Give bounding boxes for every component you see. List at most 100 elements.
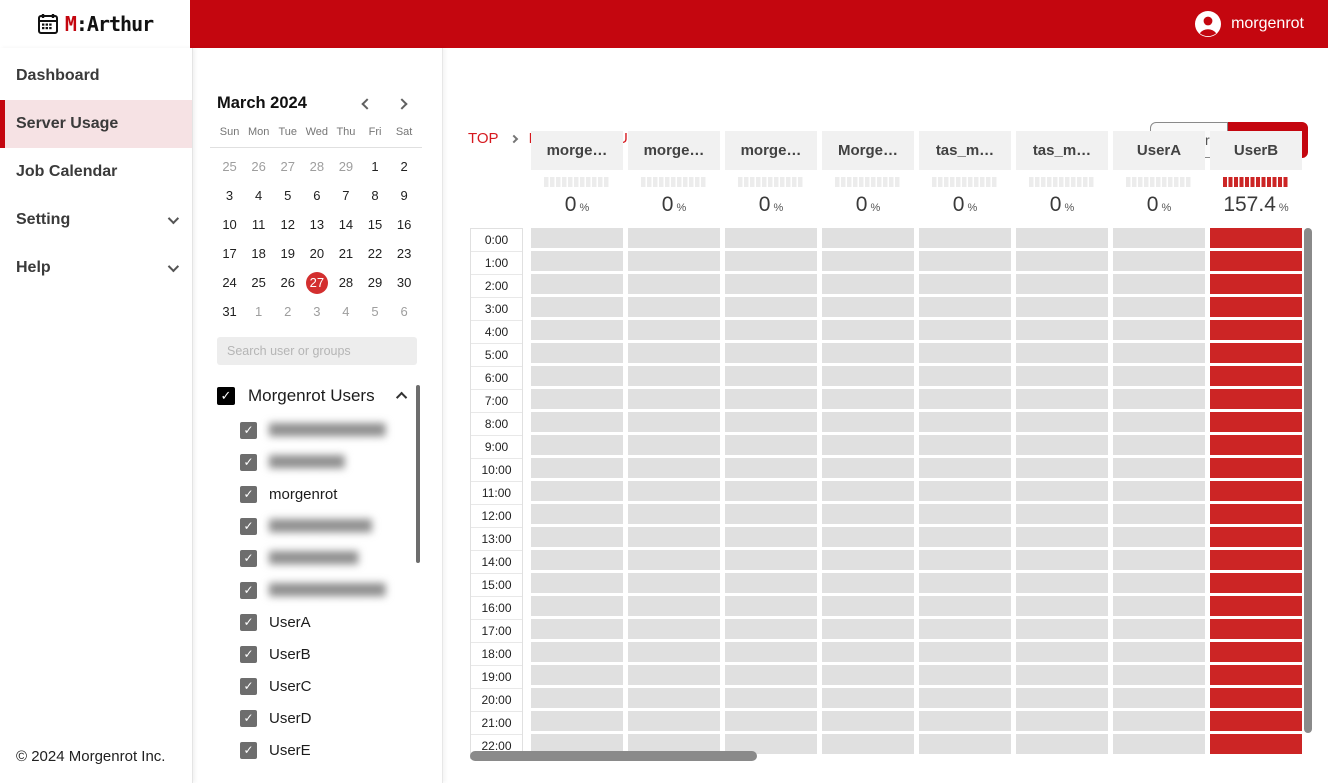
- usage-cell[interactable]: [822, 573, 914, 593]
- usage-cell[interactable]: [628, 366, 720, 386]
- usage-cell[interactable]: [1210, 665, 1302, 685]
- user-checkbox[interactable]: ✓: [240, 741, 257, 759]
- usage-cell[interactable]: [919, 458, 1011, 478]
- usage-cell[interactable]: [531, 596, 623, 616]
- usage-cell[interactable]: [1210, 297, 1302, 317]
- usage-cell[interactable]: [628, 343, 720, 363]
- calendar-day[interactable]: 6: [302, 181, 331, 210]
- usage-cell[interactable]: [725, 481, 817, 501]
- usage-cell[interactable]: [822, 274, 914, 294]
- calendar-day[interactable]: 12: [273, 210, 302, 239]
- calendar-day[interactable]: 4: [331, 297, 360, 326]
- calendar-day[interactable]: 17: [215, 239, 244, 268]
- usage-cell[interactable]: [822, 435, 914, 455]
- calendar-day[interactable]: 1: [244, 297, 273, 326]
- usage-cell[interactable]: [725, 504, 817, 524]
- usage-cell[interactable]: [919, 297, 1011, 317]
- usage-cell[interactable]: [725, 366, 817, 386]
- usage-cell[interactable]: [1016, 320, 1108, 340]
- usage-cell[interactable]: [822, 688, 914, 708]
- usage-cell[interactable]: [1113, 527, 1205, 547]
- usage-cell[interactable]: [628, 412, 720, 432]
- usage-cell[interactable]: [725, 596, 817, 616]
- usage-cell[interactable]: [628, 665, 720, 685]
- usage-cell[interactable]: [531, 274, 623, 294]
- usage-cell[interactable]: [1113, 711, 1205, 731]
- usage-cell[interactable]: [531, 688, 623, 708]
- sidebar-item-setting[interactable]: Setting: [0, 196, 192, 244]
- sidebar-item-job-calendar[interactable]: Job Calendar: [0, 148, 192, 196]
- usage-cell[interactable]: [822, 297, 914, 317]
- calendar-day[interactable]: 2: [273, 297, 302, 326]
- vertical-scrollbar[interactable]: [1304, 228, 1312, 733]
- usage-cell[interactable]: [628, 596, 720, 616]
- usage-cell[interactable]: [531, 573, 623, 593]
- calendar-next-button[interactable]: [393, 95, 411, 113]
- usage-cell[interactable]: [822, 504, 914, 524]
- usage-cell[interactable]: [919, 711, 1011, 731]
- user-list-item[interactable]: ✓ UserE: [240, 734, 410, 766]
- calendar-day[interactable]: 25: [244, 268, 273, 297]
- calendar-day[interactable]: 21: [331, 239, 360, 268]
- usage-cell[interactable]: [1210, 504, 1302, 524]
- usage-cell[interactable]: [531, 711, 623, 731]
- usage-cell[interactable]: [1016, 665, 1108, 685]
- usage-cell[interactable]: [531, 251, 623, 271]
- calendar-day[interactable]: 8: [360, 181, 389, 210]
- usage-cell[interactable]: [1113, 596, 1205, 616]
- usage-cell[interactable]: [822, 412, 914, 432]
- usage-cell[interactable]: [1113, 619, 1205, 639]
- usage-cell[interactable]: [725, 573, 817, 593]
- usage-cell[interactable]: [531, 481, 623, 501]
- usage-cell[interactable]: [919, 550, 1011, 570]
- sidebar-item-dashboard[interactable]: Dashboard: [0, 52, 192, 100]
- user-list-scrollbar[interactable]: [416, 385, 420, 563]
- column-header[interactable]: morge…: [725, 131, 817, 170]
- usage-cell[interactable]: [628, 550, 720, 570]
- sidebar-item-help[interactable]: Help: [0, 244, 192, 292]
- usage-cell[interactable]: [1016, 688, 1108, 708]
- usage-cell[interactable]: [628, 573, 720, 593]
- usage-cell[interactable]: [1113, 297, 1205, 317]
- calendar-day[interactable]: 18: [244, 239, 273, 268]
- user-list-item[interactable]: ✓ UserB: [240, 638, 410, 670]
- usage-cell[interactable]: [919, 435, 1011, 455]
- usage-cell[interactable]: [1016, 458, 1108, 478]
- calendar-day[interactable]: 10: [215, 210, 244, 239]
- usage-cell[interactable]: [822, 665, 914, 685]
- calendar-day[interactable]: 4: [244, 181, 273, 210]
- usage-cell[interactable]: [822, 642, 914, 662]
- user-group-row[interactable]: ✓ Morgenrot Users: [217, 386, 419, 406]
- usage-cell[interactable]: [628, 642, 720, 662]
- usage-cell[interactable]: [1210, 596, 1302, 616]
- usage-cell[interactable]: [628, 481, 720, 501]
- usage-cell[interactable]: [531, 412, 623, 432]
- calendar-day[interactable]: 13: [302, 210, 331, 239]
- usage-cell[interactable]: [1016, 734, 1108, 754]
- usage-cell[interactable]: [919, 389, 1011, 409]
- usage-cell[interactable]: [919, 527, 1011, 547]
- usage-cell[interactable]: [822, 711, 914, 731]
- usage-cell[interactable]: [919, 320, 1011, 340]
- user-list-item[interactable]: ✓ UserD: [240, 702, 410, 734]
- usage-cell[interactable]: [1016, 389, 1108, 409]
- usage-cell[interactable]: [1210, 251, 1302, 271]
- calendar-day[interactable]: 19: [273, 239, 302, 268]
- user-checkbox[interactable]: ✓: [240, 613, 257, 631]
- calendar-day[interactable]: 5: [360, 297, 389, 326]
- calendar-day[interactable]: 29: [331, 152, 360, 181]
- usage-cell[interactable]: [1113, 251, 1205, 271]
- calendar-day[interactable]: 6: [390, 297, 419, 326]
- usage-cell[interactable]: [531, 642, 623, 662]
- usage-cell[interactable]: [1016, 435, 1108, 455]
- usage-cell[interactable]: [1016, 481, 1108, 501]
- user-checkbox[interactable]: ✓: [240, 581, 257, 599]
- usage-cell[interactable]: [822, 228, 914, 248]
- usage-cell[interactable]: [1113, 274, 1205, 294]
- usage-cell[interactable]: [531, 458, 623, 478]
- user-list-item[interactable]: ✓ morgenrot: [240, 478, 410, 510]
- usage-cell[interactable]: [1113, 412, 1205, 432]
- usage-cell[interactable]: [919, 688, 1011, 708]
- usage-cell[interactable]: [919, 228, 1011, 248]
- usage-cell[interactable]: [531, 527, 623, 547]
